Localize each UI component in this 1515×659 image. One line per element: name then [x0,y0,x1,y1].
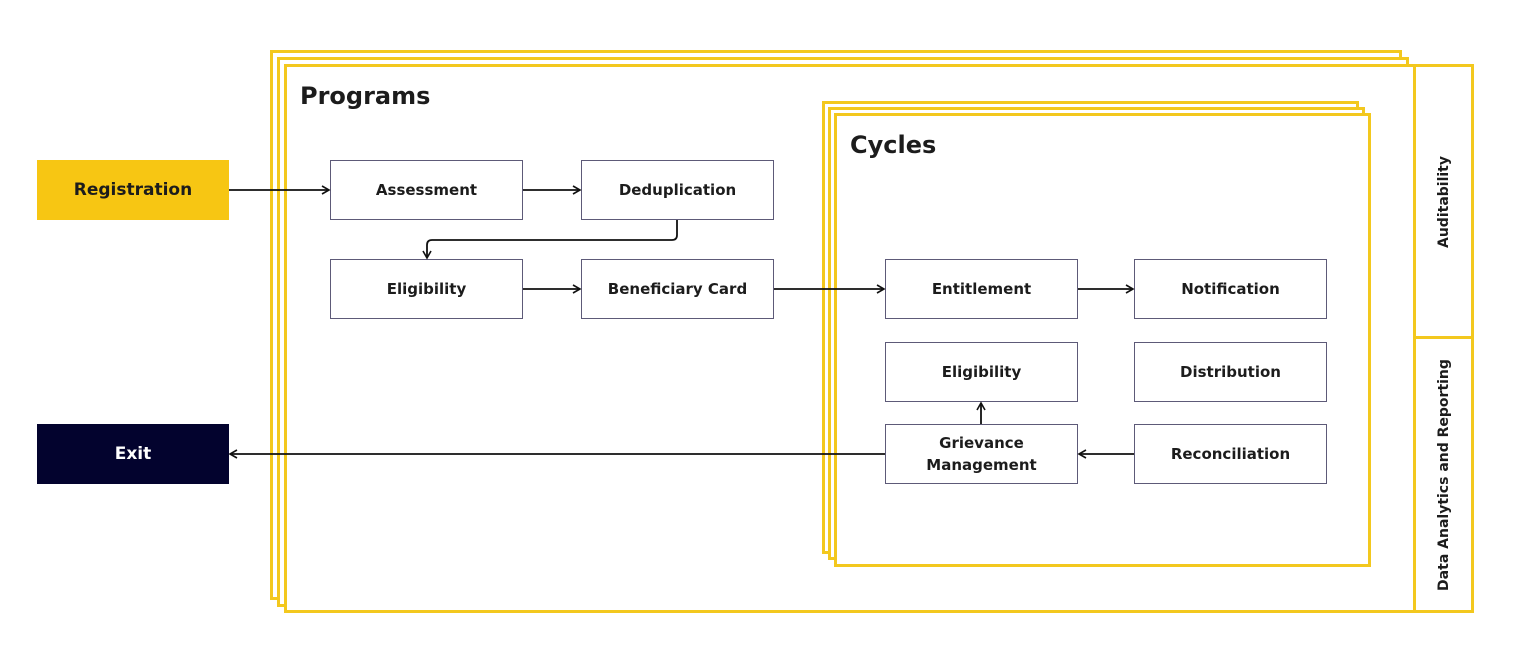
reconciliation-node[interactable]: Reconciliation [1134,424,1327,484]
cycle-eligibility-node[interactable]: Eligibility [885,342,1078,402]
assessment-label: Assessment [375,181,478,199]
exit-node[interactable]: Exit [37,424,229,484]
cycles-title: Cycles [850,131,937,159]
auditability-label-wrap: Auditability [1413,64,1474,340]
program-eligibility-node[interactable]: Eligibility [330,259,523,319]
deduplication-label: Deduplication [618,181,737,199]
distribution-label: Distribution [1180,363,1281,381]
grievance-management-node[interactable]: Grievance Management [885,424,1078,484]
entitlement-label: Entitlement [931,280,1032,298]
distribution-node[interactable]: Distribution [1134,342,1327,402]
notification-label: Notification [1181,280,1280,298]
assessment-node[interactable]: Assessment [330,160,523,220]
entitlement-node[interactable]: Entitlement [885,259,1078,319]
grievance-label-line2: Management [926,456,1037,474]
grievance-label-line1: Grievance [939,434,1024,452]
beneficiary-card-node[interactable]: Beneficiary Card [581,259,774,319]
auditability-label: Auditability [1435,156,1452,248]
registration-node[interactable]: Registration [37,160,229,220]
data-analytics-label: Data Analytics and Reporting [1435,358,1452,591]
beneficiary-card-label: Beneficiary Card [607,280,748,298]
data-analytics-label-wrap: Data Analytics and Reporting [1413,336,1474,613]
cycles-frame [834,113,1371,567]
notification-node[interactable]: Notification [1134,259,1327,319]
programs-title: Programs [300,82,431,110]
cycle-eligibility-label: Eligibility [941,363,1022,381]
deduplication-node[interactable]: Deduplication [581,160,774,220]
program-eligibility-label: Eligibility [386,280,467,298]
reconciliation-label: Reconciliation [1170,445,1291,463]
exit-label: Exit [114,444,152,464]
registration-label: Registration [73,180,193,200]
